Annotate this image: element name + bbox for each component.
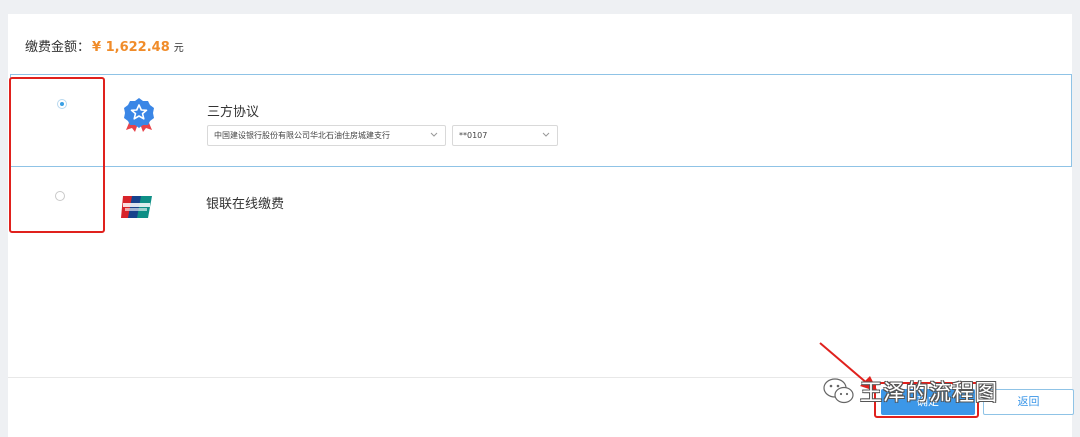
radio-tripartite[interactable] — [57, 99, 67, 109]
amount-unit: 元 — [173, 43, 184, 54]
bank-select[interactable]: 中国建设银行股份有限公司华北石油住房城建支行 — [207, 125, 446, 146]
card-select[interactable]: **0107 — [452, 125, 558, 146]
amount-label: 缴费金额： — [25, 40, 91, 55]
chevron-down-icon — [542, 132, 550, 137]
card-select-value: **0107 — [459, 131, 488, 140]
option-title-unionpay: 银联在线缴费 — [206, 197, 285, 212]
watermark: 王泽的流程图 — [822, 373, 998, 409]
payment-option-tripartite[interactable]: 三方协议 中国建设银行股份有限公司华北石油住房城建支行 **0107 — [10, 74, 1072, 167]
radio-unionpay[interactable] — [55, 191, 65, 201]
payment-amount-row: 缴费金额： ¥ 1,622.48 元 — [25, 36, 184, 56]
chevron-down-icon — [430, 132, 438, 137]
ribbon-star-badge-icon — [124, 98, 154, 132]
unionpay-card-icon — [121, 196, 152, 218]
bank-select-value: 中国建设银行股份有限公司华北石油住房城建支行 — [214, 131, 390, 140]
watermark-text: 王泽的流程图 — [860, 381, 999, 406]
option-title-tripartite: 三方协议 — [207, 105, 260, 120]
amount-value: ¥ 1,622.48 — [92, 40, 170, 55]
wechat-icon — [823, 378, 854, 404]
payment-option-unionpay[interactable]: 银联在线缴费 — [10, 167, 1072, 260]
